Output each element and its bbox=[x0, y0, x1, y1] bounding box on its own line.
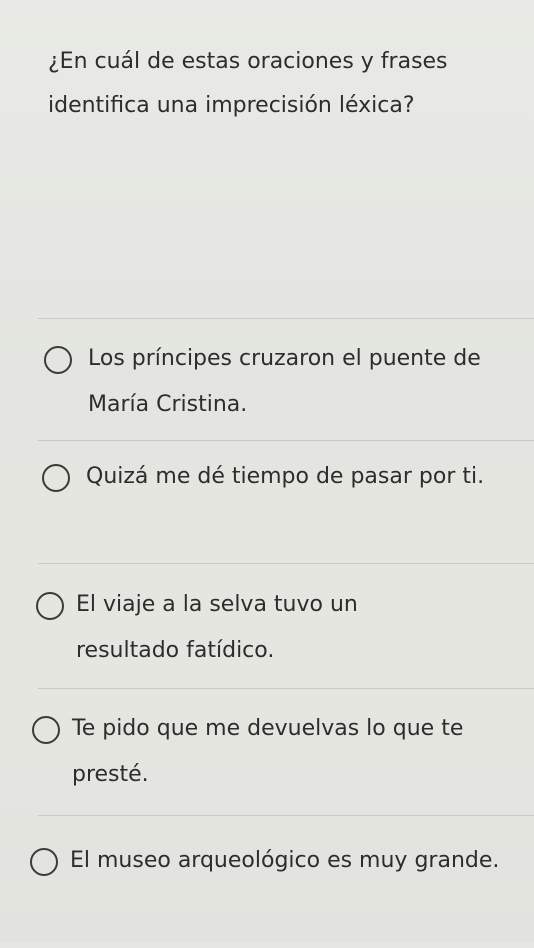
quiz-page: ¿En cuál de estas oraciones y frases ide… bbox=[0, 0, 534, 943]
divider bbox=[38, 688, 534, 689]
radio-button-5[interactable] bbox=[30, 848, 58, 876]
divider bbox=[38, 815, 534, 816]
option-2[interactable]: Quizá me dé tiempo de pasar por ti. bbox=[36, 454, 516, 564]
radio-button-4[interactable] bbox=[32, 716, 60, 744]
option-5-label: El museo arqueológico es muy grande. bbox=[70, 848, 500, 873]
divider bbox=[38, 440, 534, 441]
divider bbox=[38, 318, 534, 319]
option-3-label: El viaje a la selva tuvo un resultado fa… bbox=[76, 592, 358, 663]
option-1[interactable]: Los príncipes cruzaron el puente de Marí… bbox=[36, 336, 516, 446]
option-5[interactable]: El museo arqueológico es muy grande. bbox=[30, 838, 516, 948]
option-4[interactable]: Te pido que me devuelvas lo que te prest… bbox=[32, 706, 516, 816]
option-4-label: Te pido que me devuelvas lo que te prest… bbox=[72, 716, 464, 787]
option-3[interactable]: El viaje a la selva tuvo un resultado fa… bbox=[36, 582, 516, 692]
radio-button-1[interactable] bbox=[44, 346, 72, 374]
radio-button-2[interactable] bbox=[42, 464, 70, 492]
radio-button-3[interactable] bbox=[36, 592, 64, 620]
option-2-label: Quizá me dé tiempo de pasar por ti. bbox=[86, 464, 485, 489]
divider bbox=[38, 563, 534, 564]
option-1-label: Los príncipes cruzaron el puente de Marí… bbox=[88, 346, 481, 417]
question-text: ¿En cuál de estas oraciones y frases ide… bbox=[48, 49, 448, 118]
